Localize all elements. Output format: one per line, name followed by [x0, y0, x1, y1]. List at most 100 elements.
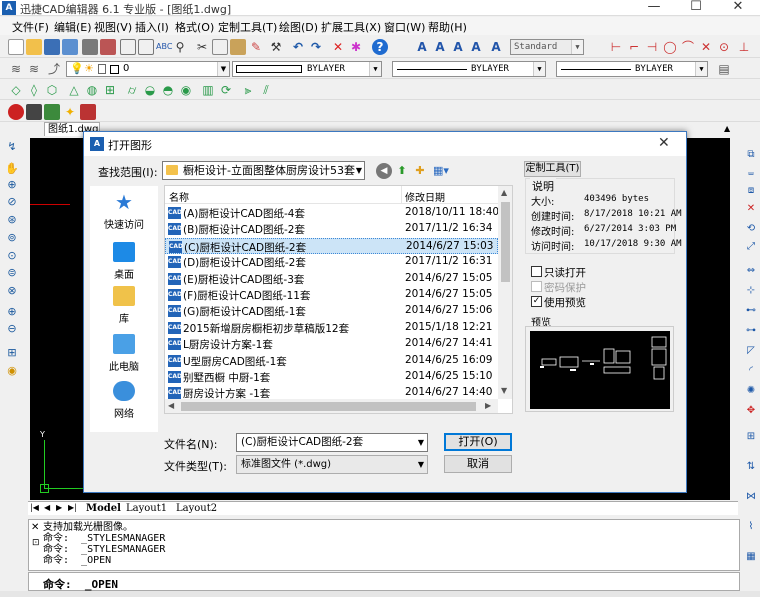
- menu-extend-tools[interactable]: 扩展工具(X): [321, 19, 381, 35]
- layer-previous-icon[interactable]: ⤴: [46, 61, 62, 77]
- prev-tab-icon[interactable]: ◀: [44, 503, 50, 512]
- undo-icon[interactable]: ↶: [290, 39, 306, 55]
- column-name-header[interactable]: 名称: [169, 189, 189, 204]
- file-row[interactable]: CAD L厨房设计方案-1套 2014/6/27 14:41: [165, 336, 498, 352]
- named-views-icon[interactable]: ◉: [4, 364, 20, 378]
- arc-tool-icon[interactable]: ⌒: [680, 39, 696, 55]
- scroll-left-icon[interactable]: ◀: [168, 401, 174, 410]
- light-icon[interactable]: ✦: [62, 104, 78, 120]
- properties-icon[interactable]: ▦: [744, 550, 758, 564]
- xline-icon[interactable]: ⊣: [644, 39, 660, 55]
- save-as-icon[interactable]: [62, 39, 78, 55]
- mirror-icon[interactable]: ⧢: [744, 166, 758, 180]
- spell-check-icon[interactable]: ABC: [156, 39, 172, 55]
- file-row[interactable]: CAD U型厨房CAD图纸-1套 2014/6/25 16:09: [165, 353, 498, 369]
- materials-icon[interactable]: [44, 104, 60, 120]
- minimize-button[interactable]: —: [634, 0, 674, 15]
- paste-icon[interactable]: [230, 39, 246, 55]
- command-line[interactable]: 命令: _OPEN: [28, 572, 740, 591]
- tab-model[interactable]: Model: [86, 503, 121, 514]
- zoom-all-icon[interactable]: ⊞: [4, 346, 20, 360]
- next-tab-icon[interactable]: ▶: [56, 503, 62, 512]
- torus-icon[interactable]: ◉: [178, 82, 194, 98]
- align-icon[interactable]: ⇅: [744, 460, 758, 474]
- layer-select[interactable]: 💡 ☀ 0 ▼: [66, 61, 230, 77]
- binoculars-icon[interactable]: ⚲: [172, 39, 188, 55]
- fillet-icon[interactable]: ◜: [744, 364, 758, 378]
- tab-layout1[interactable]: Layout1: [126, 503, 167, 514]
- view-menu-icon[interactable]: ▦▾: [430, 163, 452, 179]
- place-desktop[interactable]: 桌面: [96, 242, 152, 281]
- render-preset-icon[interactable]: [26, 104, 42, 120]
- copy-icon[interactable]: [212, 39, 228, 55]
- scroll-right-icon[interactable]: ▶: [485, 401, 491, 410]
- scroll-up-icon[interactable]: ▲: [501, 188, 507, 197]
- place-library[interactable]: 库: [96, 286, 152, 325]
- close-icon[interactable]: ✕: [31, 522, 39, 533]
- regen-icon[interactable]: ↯: [4, 140, 20, 154]
- use-preview-checkbox[interactable]: ✓: [531, 296, 542, 307]
- dialog-close-button[interactable]: ✕: [658, 135, 670, 151]
- find-icon[interactable]: [138, 39, 154, 55]
- slice-icon[interactable]: ⫽: [258, 82, 274, 98]
- maximize-button[interactable]: ☐: [676, 0, 716, 15]
- pyramid-icon[interactable]: △: [66, 82, 82, 98]
- text-edit-icon[interactable]: A: [488, 39, 504, 55]
- close-button[interactable]: ✕: [718, 0, 758, 15]
- place-this-pc[interactable]: 此电脑: [96, 334, 152, 373]
- extrude-icon[interactable]: ▥: [200, 82, 216, 98]
- line-icon[interactable]: ⊢: [608, 39, 624, 55]
- cut-icon[interactable]: ✂: [194, 39, 210, 55]
- place-quick-access[interactable]: ★ 快速访问: [96, 192, 152, 231]
- file-row[interactable]: CAD (E)厨柜设计CAD图纸-3套 2014/6/27 15:05: [165, 271, 498, 287]
- cancel-button[interactable]: 取消: [444, 455, 512, 473]
- readonly-checkbox[interactable]: [531, 266, 542, 277]
- file-row[interactable]: CAD (C)厨柜设计CAD图纸-2套 2014/6/27 15:03: [165, 237, 498, 254]
- chevron-up-icon[interactable]: ▲: [724, 124, 730, 133]
- menu-draw[interactable]: 绘图(D): [279, 19, 318, 35]
- intersect-icon[interactable]: ✕: [698, 39, 714, 55]
- save-icon[interactable]: [44, 39, 60, 55]
- center-point-icon[interactable]: ⊙: [716, 39, 732, 55]
- menu-insert[interactable]: 插入(I): [135, 19, 169, 35]
- tab-layout2[interactable]: Layout2: [176, 503, 217, 514]
- cone-icon[interactable]: ⬡: [44, 82, 60, 98]
- zoom-window-icon[interactable]: ⊘: [4, 195, 20, 209]
- pan-hand-icon[interactable]: ✋: [4, 162, 20, 176]
- new-file-icon[interactable]: [8, 39, 24, 55]
- redo-icon[interactable]: ↷: [308, 39, 324, 55]
- linetype-select[interactable]: BYLAYER ▼: [392, 61, 546, 77]
- polyline-icon[interactable]: ⌐: [626, 39, 642, 55]
- cylinder-icon[interactable]: ⌭: [124, 82, 140, 98]
- copy-object-icon[interactable]: ⧉: [744, 148, 758, 162]
- print-preview-icon[interactable]: [120, 39, 136, 55]
- menu-window[interactable]: 窗口(W): [384, 19, 425, 35]
- plot-icon[interactable]: [100, 39, 116, 55]
- tangent-icon[interactable]: ⊥: [736, 39, 752, 55]
- custom-tools-button[interactable]: 定制工具(T): [524, 161, 581, 177]
- erase-tool-icon[interactable]: ✕: [744, 202, 758, 216]
- chamfer-icon[interactable]: ◸: [744, 344, 758, 358]
- background-icon[interactable]: [80, 104, 96, 120]
- hscroll-thumb[interactable]: [181, 402, 476, 411]
- rotate-icon[interactable]: ⟲: [744, 222, 758, 236]
- text-height-icon[interactable]: A: [450, 39, 466, 55]
- delete-icon[interactable]: ✕: [330, 39, 346, 55]
- column-date-header[interactable]: 修改日期: [405, 189, 445, 204]
- text-icon[interactable]: A: [414, 39, 430, 55]
- menu-custom-tools[interactable]: 定制工具(T): [218, 19, 277, 35]
- wedge-icon[interactable]: ◊: [26, 82, 42, 98]
- zoom-scale-icon[interactable]: ⊚: [4, 231, 20, 245]
- section-icon[interactable]: ⫸: [240, 82, 256, 98]
- scroll-down-icon[interactable]: ▼: [501, 386, 507, 395]
- first-tab-icon[interactable]: |◀: [30, 503, 39, 512]
- menu-file[interactable]: 文件(F): [12, 19, 49, 35]
- sphere-icon[interactable]: ◍: [84, 82, 100, 98]
- filename-input[interactable]: (C)厨柜设计CAD图纸-2套 ▼: [236, 433, 428, 452]
- layer-manager-icon[interactable]: ≋: [8, 61, 24, 77]
- menu-format[interactable]: 格式(O): [175, 19, 214, 35]
- text-style-icon[interactable]: A: [468, 39, 484, 55]
- pin-icon[interactable]: ⊡: [32, 538, 40, 548]
- print-icon[interactable]: [82, 39, 98, 55]
- move-icon[interactable]: ✥: [744, 404, 758, 418]
